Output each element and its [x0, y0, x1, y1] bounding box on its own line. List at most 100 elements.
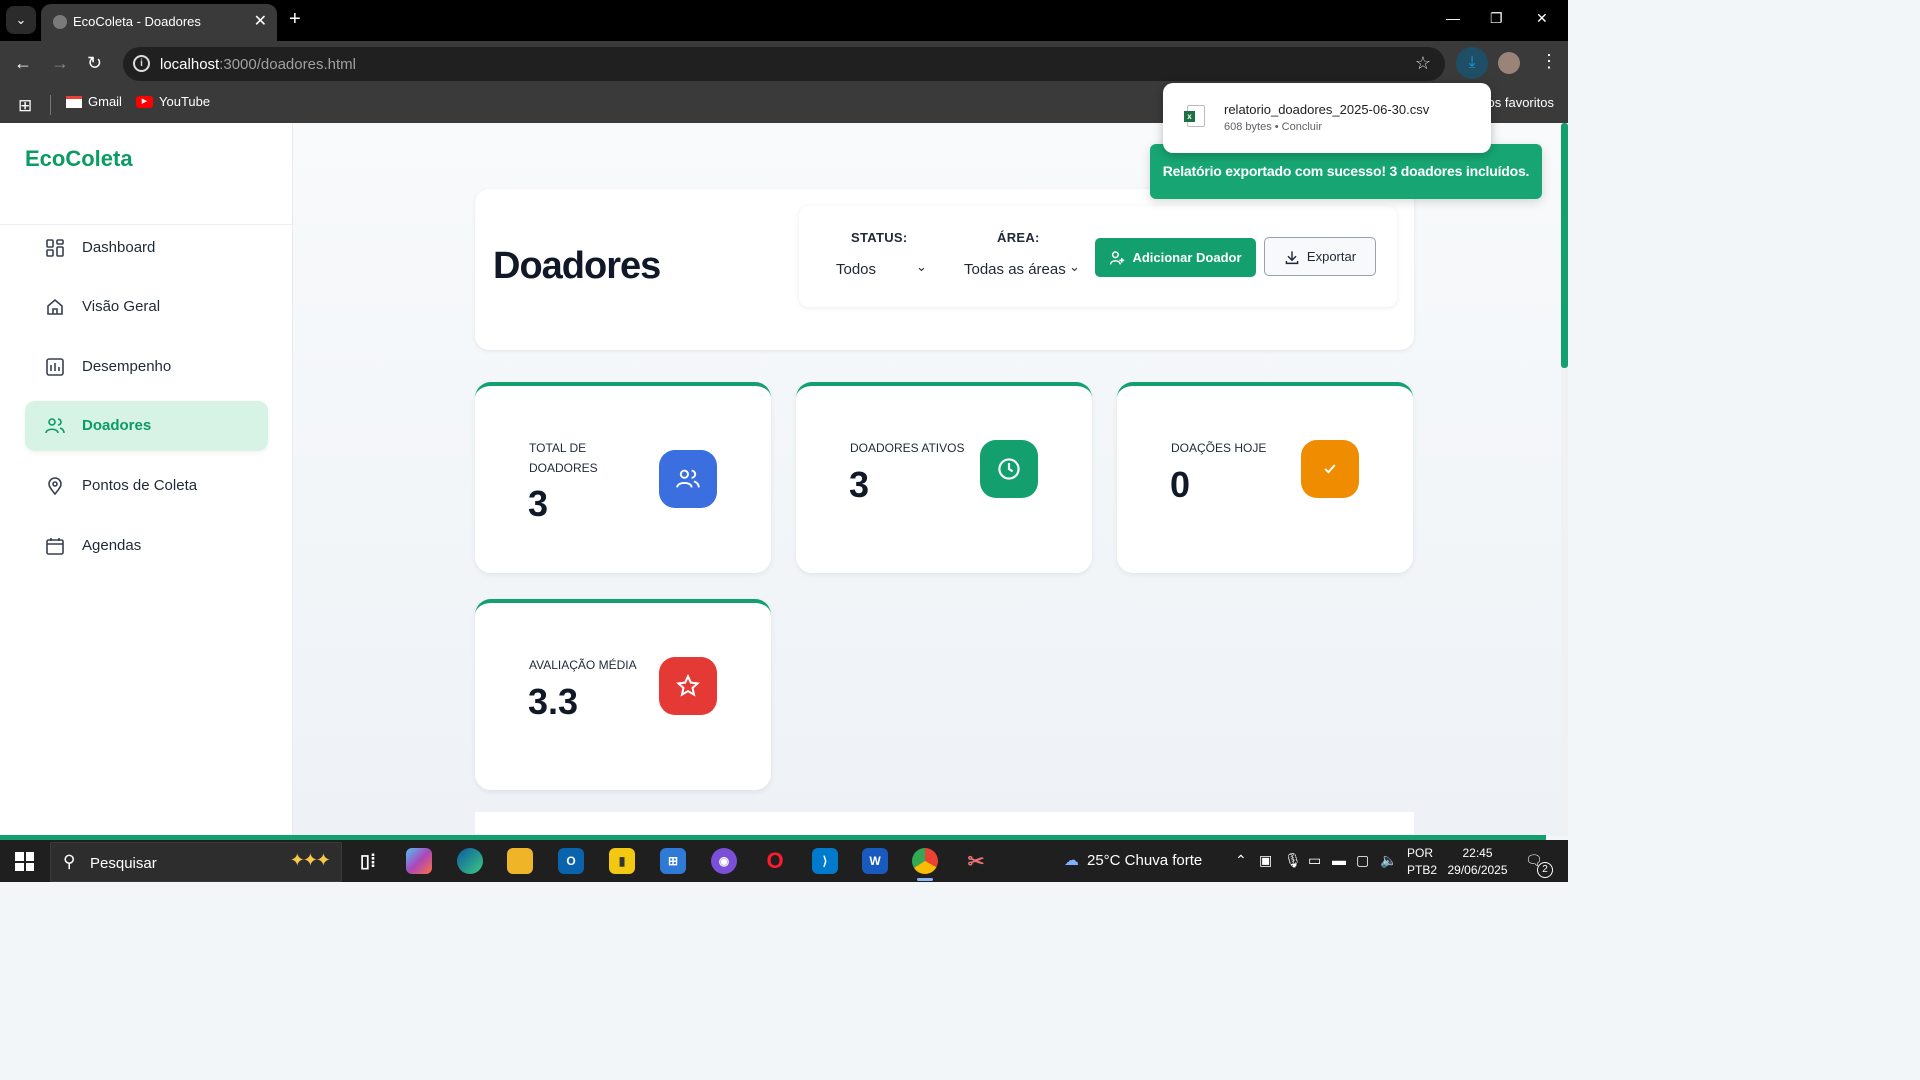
filter-toolbar: STATUS: Todos ⌄ ÁREA: Todas as áreas ⌄ A…: [799, 206, 1397, 307]
tab-title: EcoColeta - Doadores: [73, 14, 201, 29]
donors-table-card: [475, 812, 1414, 836]
chrome-icon[interactable]: [912, 848, 938, 874]
chevron-down-icon[interactable]: ⌄: [916, 259, 927, 275]
back-icon[interactable]: ←: [14, 53, 32, 74]
stat-value: 0: [1170, 464, 1191, 505]
minimize-icon[interactable]: —: [1446, 10, 1460, 26]
area-filter-select[interactable]: Todas as áreas: [964, 261, 1066, 278]
opera-icon[interactable]: O: [762, 848, 788, 874]
sidebar-item-doadores[interactable]: Doadores: [25, 401, 268, 451]
forward-icon[interactable]: →: [51, 53, 69, 74]
outlook-icon[interactable]: O: [558, 848, 584, 874]
sidebar-item-label: Desempenho: [82, 358, 172, 375]
stat-card-doadores-ativos: DOADORES ATIVOS 3: [796, 382, 1092, 573]
calendar-icon: [46, 538, 64, 555]
browser-tab[interactable]: EcoColeta - Doadores ✕: [41, 4, 277, 41]
status-filter-select[interactable]: Todos: [836, 261, 876, 278]
site-info-icon[interactable]: i: [133, 55, 150, 72]
download-icon[interactable]: ⤓: [1456, 47, 1488, 79]
file-explorer-icon[interactable]: [507, 848, 533, 874]
windows-start-icon[interactable]: [15, 852, 34, 871]
stat-card-total-doadores: TOTAL DE DOADORES 3: [475, 382, 771, 573]
word-icon[interactable]: W: [862, 848, 888, 874]
display-icon[interactable]: ▭: [1308, 852, 1321, 869]
add-donor-button[interactable]: Adicionar Doador: [1095, 238, 1256, 277]
copilot-icon[interactable]: [406, 848, 432, 874]
camera-icon[interactable]: ▣: [1259, 852, 1272, 869]
store-icon[interactable]: ⊞: [660, 848, 686, 874]
weather-widget[interactable]: ☁ 25°C Chuva forte: [1064, 851, 1202, 870]
url-text: localhost:3000/doadores.html: [160, 56, 356, 73]
stat-value: 3: [849, 464, 870, 505]
game-bar-icon[interactable]: ◉: [711, 848, 737, 874]
download-popup[interactable]: relatorio_doadores_2025-06-30.csv 608 by…: [1163, 83, 1491, 153]
download-file-name[interactable]: relatorio_doadores_2025-06-30.csv: [1224, 102, 1429, 117]
scrollbar-thumb[interactable]: [1561, 123, 1568, 368]
stat-label: AVALIAÇÃO MÉDIA: [529, 658, 637, 672]
taskbar-search[interactable]: ⚲ Pesquisar ✦✦✦: [50, 842, 342, 882]
export-button[interactable]: Exportar: [1264, 237, 1376, 276]
sidebar-item-label: Doadores: [82, 417, 152, 434]
close-tab-icon[interactable]: ✕: [254, 11, 267, 31]
search-placeholder: Pesquisar: [90, 855, 157, 872]
language-indicator[interactable]: POR PTB2: [1407, 845, 1437, 879]
sidebar-item-agendas[interactable]: Agendas: [25, 521, 268, 571]
menu-icon[interactable]: ⋮: [1540, 51, 1558, 72]
download-meta: 608 bytes • Concluir: [1224, 121, 1323, 133]
task-view-icon[interactable]: ▯⁞: [355, 848, 381, 874]
sidebar-item-desempenho[interactable]: Desempenho: [25, 342, 268, 392]
map-pin-icon: [48, 477, 62, 496]
sidebar-item-label: Pontos de Coleta: [82, 477, 198, 494]
power-bi-icon[interactable]: ▮: [609, 848, 635, 874]
notification-badge: 2: [1537, 862, 1553, 878]
divider: [50, 95, 51, 115]
clock-time: 22:45: [1462, 846, 1493, 860]
download-icon: [1285, 250, 1299, 264]
reload-icon[interactable]: ↻: [87, 53, 102, 74]
brand-logo[interactable]: EcoColeta: [25, 146, 133, 172]
sidebar-item-label: Dashboard: [82, 239, 156, 256]
sidebar-item-dashboard[interactable]: Dashboard: [25, 223, 268, 273]
stat-label: DOADORES ATIVOS: [850, 441, 965, 455]
vscode-icon[interactable]: ⟩: [812, 848, 838, 874]
chevron-down-icon[interactable]: ⌄: [1069, 259, 1080, 275]
export-label: Exportar: [1306, 249, 1357, 264]
excel-file-icon: [1184, 105, 1205, 127]
sidebar-item-label: Visão Geral: [82, 298, 161, 315]
restore-icon[interactable]: ❐: [1490, 10, 1503, 27]
snipping-tool-icon[interactable]: ✂: [963, 848, 989, 874]
bookmark-youtube[interactable]: ▶ YouTube: [136, 94, 210, 109]
gmail-icon: [66, 95, 82, 108]
home-icon: [47, 298, 63, 315]
system-clock[interactable]: 22:45 29/06/2025: [1445, 845, 1510, 879]
windows-taskbar: ⚲ Pesquisar ✦✦✦ ▯⁞ O ▮ ⊞ ◉ O ⟩ W ✂ ☁ 25°…: [0, 840, 1568, 882]
edge-icon[interactable]: [457, 848, 483, 874]
battery-icon[interactable]: ▬: [1332, 852, 1346, 868]
network-icon[interactable]: ▢: [1356, 852, 1369, 869]
volume-icon[interactable]: 🔈: [1380, 852, 1397, 869]
active-app-indicator: [917, 878, 933, 881]
browser-tabbar: ⌄ EcoColeta - Doadores ✕ + — ❐ ✕: [0, 0, 1568, 41]
avatar[interactable]: [1498, 52, 1520, 74]
sidebar-item-visao-geral[interactable]: Visão Geral: [25, 282, 268, 332]
chevron-up-icon[interactable]: ⌃: [1235, 852, 1247, 869]
address-bar[interactable]: i localhost:3000/doadores.html ☆: [123, 47, 1445, 81]
bookmark-star-icon[interactable]: ☆: [1415, 53, 1431, 74]
add-user-icon: [1110, 250, 1125, 265]
apps-grid-icon[interactable]: ⊞: [18, 96, 32, 116]
stat-label: DOAÇÕES HOJE: [1171, 441, 1267, 455]
new-tab-button[interactable]: +: [289, 8, 301, 31]
globe-icon: [53, 15, 67, 29]
tab-search-button[interactable]: ⌄: [6, 6, 36, 34]
sidebar-item-pontos-de-coleta[interactable]: Pontos de Coleta: [25, 461, 268, 511]
stat-value: 3: [528, 483, 549, 524]
microphone-icon[interactable]: 🎙: [1284, 852, 1302, 869]
star-icon: [659, 657, 717, 715]
stat-card-avaliacao-media: AVALIAÇÃO MÉDIA 3.3: [475, 599, 771, 790]
search-icon: ⚲: [63, 852, 76, 871]
sidebar: EcoColeta Dashboard Visão Geral Desempen…: [0, 123, 293, 836]
bookmark-gmail[interactable]: Gmail: [66, 94, 122, 109]
all-bookmarks-link[interactable]: os favoritos: [1488, 95, 1554, 110]
users-icon: [45, 418, 65, 434]
window-close-icon[interactable]: ✕: [1536, 10, 1548, 27]
